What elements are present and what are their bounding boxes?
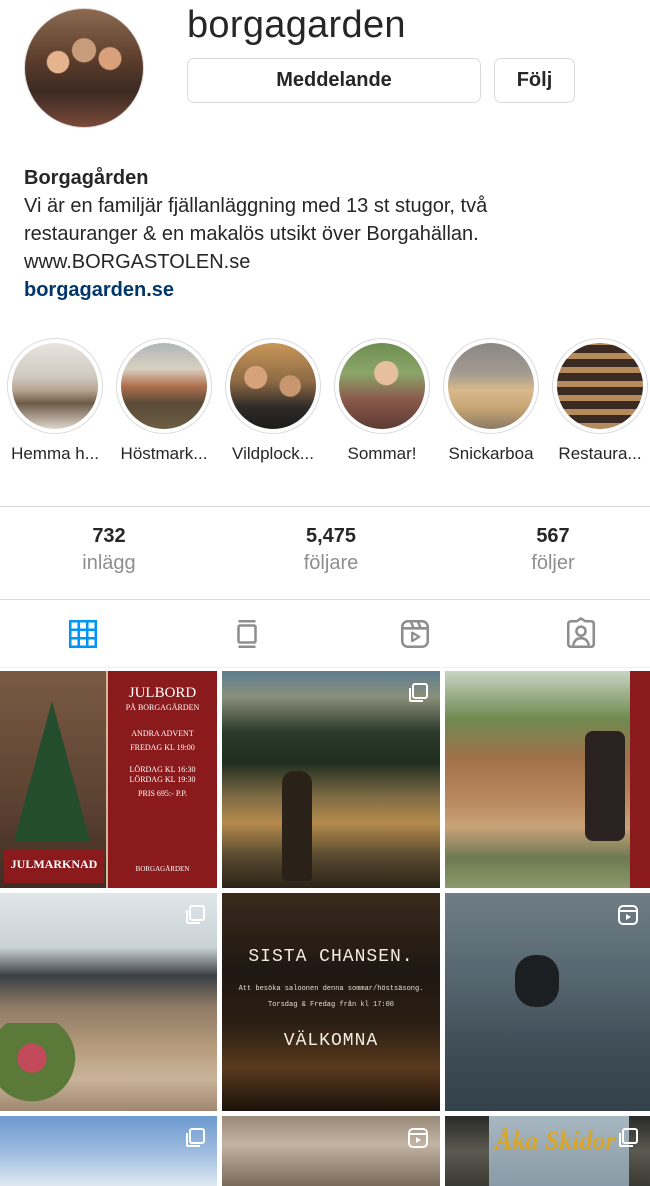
highlight-label: Sommar! — [347, 444, 417, 463]
carousel-icon — [186, 905, 205, 924]
message-button[interactable]: Meddelande — [187, 58, 481, 103]
tab-guides[interactable] — [166, 600, 328, 668]
highlight-thumbnail — [230, 343, 316, 429]
red-wall — [630, 671, 650, 888]
stat-value: 5,475 — [305, 525, 357, 547]
highlight-label: Restaura... — [558, 444, 642, 463]
reels-badge-icon — [408, 1128, 428, 1148]
carousel-icon — [409, 683, 428, 702]
post-tile-porch[interactable] — [445, 671, 650, 888]
carousel-icon — [186, 1128, 205, 1147]
person-figure — [585, 731, 625, 841]
post-tile-restaurant[interactable] — [0, 893, 217, 1111]
highlight-thumbnail — [12, 343, 98, 429]
stat-following[interactable]: 567 följer — [453, 525, 650, 575]
bio-line: restauranger & en makalös utsikt över Bo… — [24, 223, 479, 245]
flowers — [0, 1023, 80, 1111]
post-tile-saloon[interactable]: SISTA CHANSEN. Att besöka saloonen denna… — [222, 893, 440, 1111]
highlight-item[interactable]: Hemma h... — [0, 338, 110, 464]
reels-icon — [400, 619, 430, 649]
stat-posts[interactable]: 732 inlägg — [9, 525, 209, 575]
saloon-hours: Torsdag & Fredag från kl 17:00 — [267, 1001, 395, 1009]
carousel-icon — [619, 1128, 638, 1147]
stat-label: inlägg — [82, 552, 136, 574]
post-tile-flyfishing[interactable] — [222, 671, 440, 888]
post-tile-sky[interactable] — [0, 1116, 217, 1186]
julmarknad-text: JULMARKNAD — [10, 857, 98, 871]
tab-reels[interactable] — [334, 600, 496, 668]
highlight-label: Snickarboa — [448, 444, 534, 463]
highlight-label: Hemma h... — [11, 444, 99, 463]
profile-avatar[interactable] — [24, 8, 144, 128]
julbord-heading: JULBORD — [128, 685, 197, 701]
post-tile-rocks[interactable] — [222, 1116, 440, 1186]
highlight-thumbnail — [121, 343, 207, 429]
julbord-line: FREDAG KL 19:00 — [130, 743, 195, 752]
post-tile-skiing[interactable]: Åka Skidor — [445, 1116, 650, 1186]
highlight-item[interactable]: Restaura... — [545, 338, 650, 464]
profile-stats: 732 inlägg 5,475 följare 567 följer — [0, 506, 650, 600]
reels-badge-icon — [618, 905, 638, 925]
saloon-text: Att besöka saloonen denna sommar/höstsäs… — [238, 985, 424, 993]
highlight-label: Höstmark... — [120, 444, 208, 463]
skiing-text: Åka Skidor — [495, 1126, 616, 1155]
stat-value: 732 — [92, 525, 126, 547]
tab-tagged[interactable] — [500, 600, 650, 668]
story-highlights: Hemma h... Höstmark... Vildplock... Somm… — [0, 338, 650, 468]
stat-value: 567 — [536, 525, 570, 547]
post-tile-diver[interactable] — [445, 893, 650, 1111]
highlight-thumbnail — [339, 343, 425, 429]
post-grid: JULMARKNAD JULBORD PÅ BORGAGÅRDEN ANDRA … — [0, 671, 650, 1186]
highlight-thumbnail — [557, 343, 643, 429]
stat-label: följer — [531, 552, 575, 574]
saloon-headline: SISTA CHANSEN. — [248, 947, 414, 967]
highlight-thumbnail — [448, 343, 534, 429]
julbord-line: LÖRDAG KL 19:30 — [129, 775, 196, 784]
bio-line: Vi är en familjär fjällanläggning med 13… — [24, 195, 488, 217]
highlight-item[interactable]: Höstmark... — [109, 338, 219, 464]
stat-followers[interactable]: 5,475 följare — [231, 525, 431, 575]
christmas-tree — [14, 701, 90, 841]
follow-button[interactable]: Följ — [494, 58, 575, 103]
saloon-welcome: VÄLKOMNA — [283, 1031, 379, 1051]
profile-header: borgagarden Meddelande Följ — [0, 0, 650, 140]
julbord-subheading: PÅ BORGAGÅRDEN — [125, 703, 200, 712]
julbord-line: LÖRDAG KL 16:30 — [129, 765, 196, 774]
highlight-label: Vildplock... — [232, 444, 314, 463]
highlight-item[interactable]: Snickarboa — [436, 338, 546, 464]
profile-link[interactable]: borgagarden.se — [24, 276, 634, 304]
guide-icon — [237, 619, 257, 649]
profile-bio: Borgagården Vi är en familjär fjällanläg… — [24, 164, 634, 304]
grid-icon — [68, 619, 98, 649]
tab-grid[interactable] — [2, 600, 164, 668]
julbord-line: ANDRA ADVENT — [131, 729, 194, 738]
diver-figure — [515, 955, 559, 1007]
fisherman-figure — [282, 771, 312, 881]
julbord-price: PRIS 695:- P.P. — [138, 789, 187, 798]
post-tile-julbord[interactable]: JULMARKNAD JULBORD PÅ BORGAGÅRDEN ANDRA … — [0, 671, 217, 888]
julbord-brand: BORGAGÅRDEN — [135, 865, 190, 873]
highlight-item[interactable]: Vildplock... — [218, 338, 328, 464]
tagged-icon — [566, 617, 596, 649]
profile-name: Borgagården — [24, 167, 149, 189]
bio-line: www.BORGASTOLEN.se — [24, 251, 251, 273]
profile-tabs — [0, 600, 650, 668]
stat-label: följare — [303, 552, 359, 574]
highlight-item[interactable]: Sommar! — [327, 338, 437, 464]
profile-username: borgagarden — [187, 4, 406, 46]
